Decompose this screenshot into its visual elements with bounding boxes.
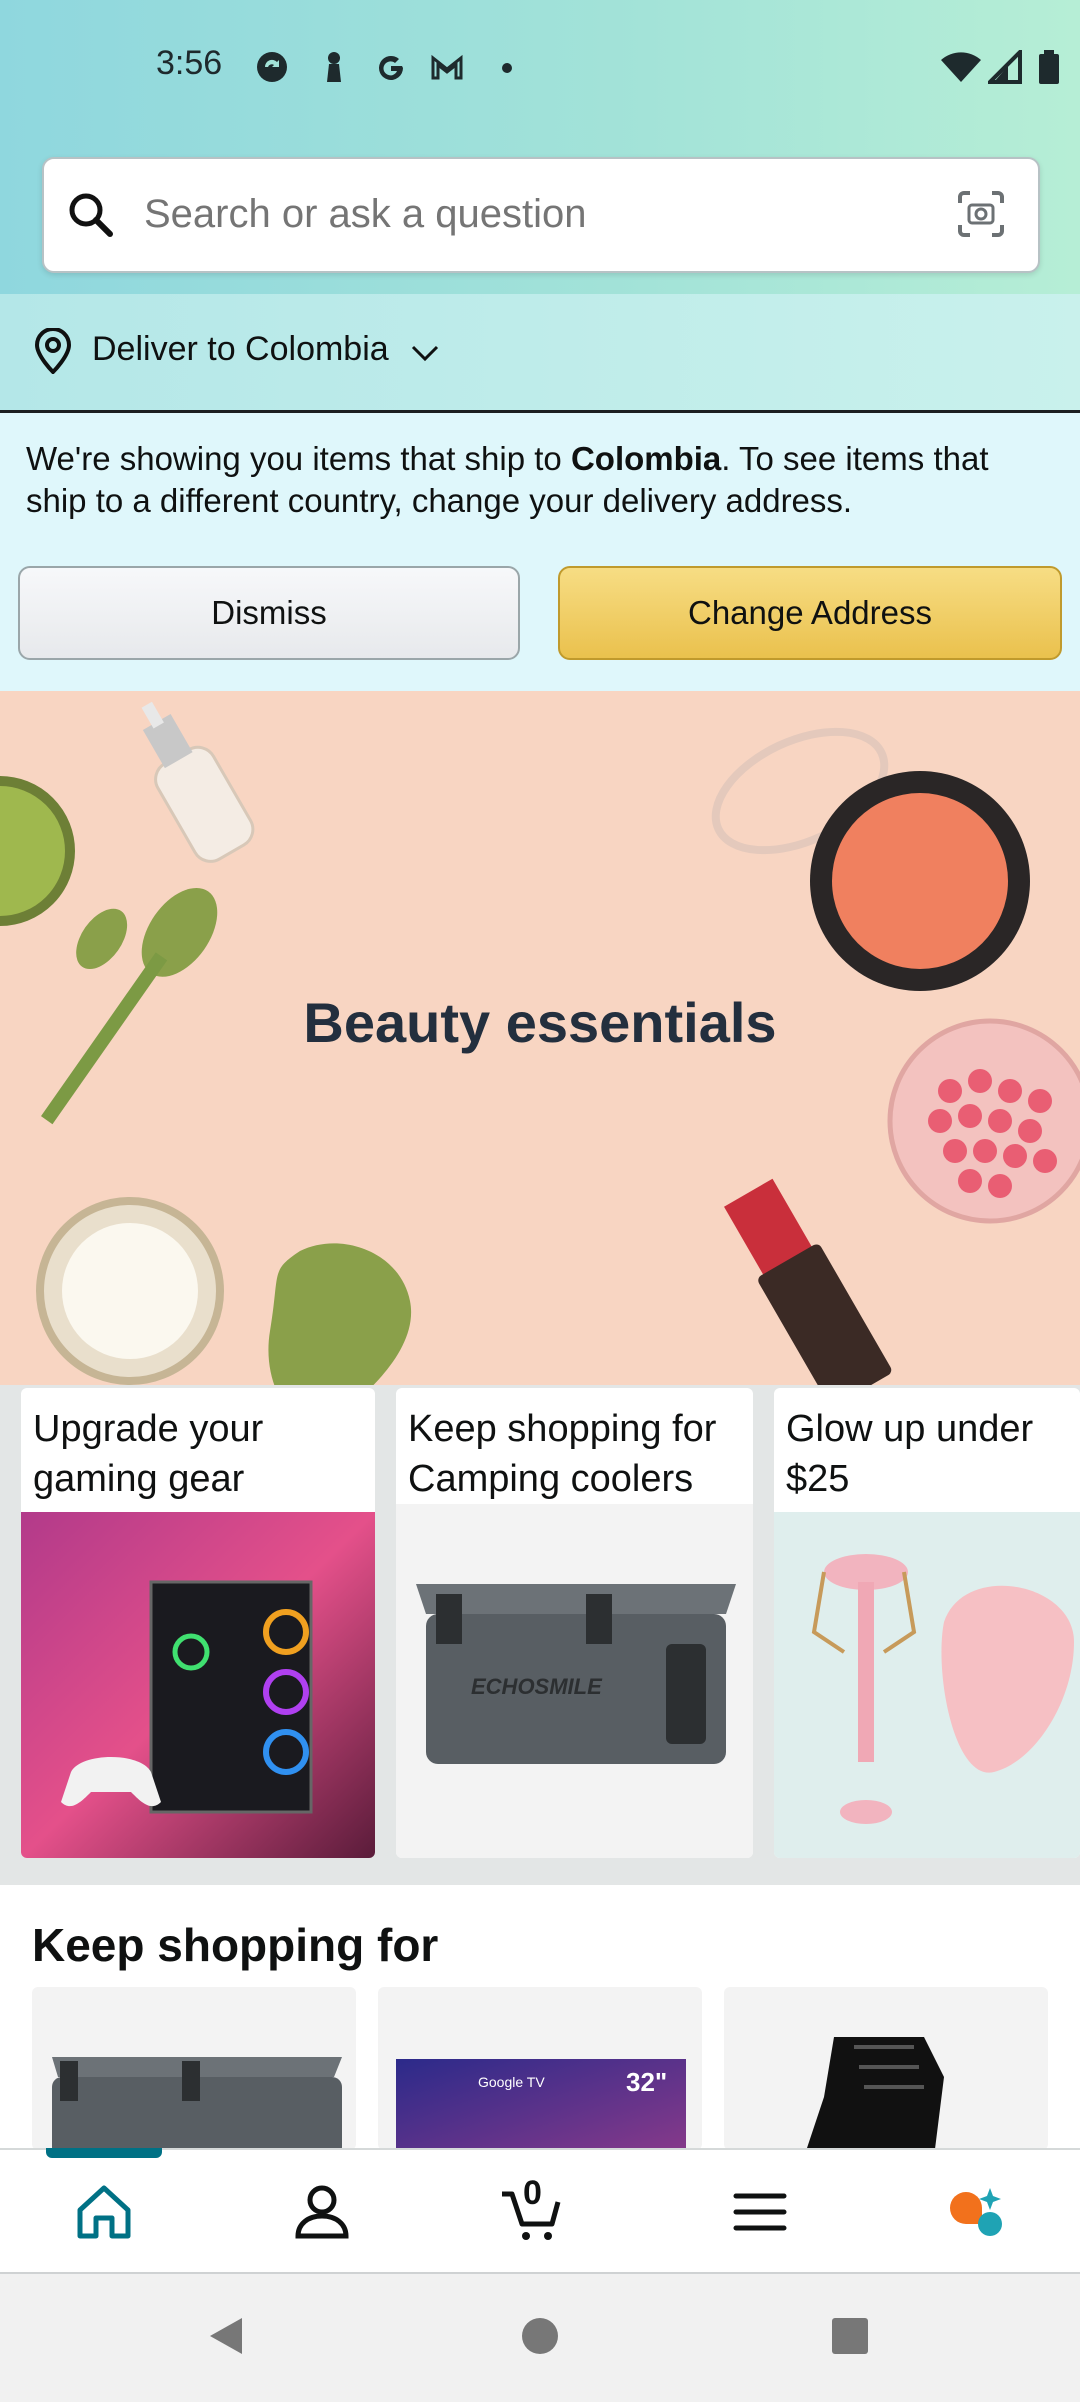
home-circle-icon[interactable] [520, 2316, 560, 2356]
active-tab-indicator [46, 2148, 162, 2158]
wifi-icon [941, 52, 981, 82]
sync-notification-icon [257, 52, 287, 82]
menu-icon[interactable] [728, 2180, 792, 2244]
dismiss-button[interactable]: Dismiss [18, 566, 520, 660]
keep-shopping-item-cooler[interactable] [32, 1987, 356, 2150]
back-icon[interactable] [206, 2314, 246, 2358]
cooler-thumbnail [52, 2057, 342, 2150]
camera-scan-icon[interactable] [956, 189, 1006, 239]
svg-text:ECHOSMILE: ECHOSMILE [471, 1674, 603, 1699]
cart-count: 0 [523, 2174, 542, 2212]
gmail-notification-icon [431, 54, 463, 80]
card-camping-coolers[interactable]: Keep shopping for Camping coolers ECHOSM… [396, 1388, 753, 1858]
skate-thumbnail [806, 2037, 944, 2150]
rose-quartz-roller-image [774, 1512, 1080, 1858]
search-icon[interactable] [66, 190, 114, 238]
keep-shopping-title: Keep shopping for [32, 1919, 439, 1971]
card-title: Glow up under $25 [786, 1408, 1034, 1500]
keep-shopping-item-tv[interactable]: Google TV 32" [378, 1987, 702, 2150]
card-title: Upgrade your gaming gear [33, 1408, 264, 1500]
gaming-pc-image [21, 1512, 375, 1858]
chevron-down-icon[interactable] [410, 344, 440, 362]
search-input[interactable] [142, 187, 926, 241]
deliver-to-label[interactable]: Deliver to Colombia [92, 330, 389, 369]
change-address-button[interactable]: Change Address [558, 566, 1062, 660]
location-pin-icon [34, 328, 72, 374]
google-notification-icon [379, 55, 403, 80]
tv-size: 32" [626, 2067, 667, 2097]
keep-shopping-item-skate[interactable] [724, 1987, 1048, 2150]
account-icon[interactable] [290, 2180, 354, 2244]
battery-icon [1039, 50, 1059, 84]
card-title: Keep shopping for Camping coolers [408, 1408, 717, 1500]
signal-icon [988, 50, 1022, 84]
status-time: 3:56 [156, 44, 223, 82]
tv-badge: Google TV [478, 2074, 545, 2090]
cooler-image: ECHOSMILE [396, 1504, 753, 1858]
home-icon[interactable] [72, 2180, 136, 2244]
rufus-assistant-icon[interactable] [944, 2180, 1008, 2244]
tv-thumbnail: Google TV 32" [396, 2059, 686, 2150]
card-gaming-gear[interactable]: Upgrade your gaming gear [21, 1388, 375, 1858]
more-notifications-dot [502, 63, 512, 73]
shipping-notice-text: We're showing you items that ship to Col… [26, 440, 989, 519]
card-glow-up[interactable]: Glow up under $25 [774, 1388, 1080, 1858]
recents-icon[interactable] [830, 2316, 870, 2356]
keyhole-notification-icon [327, 52, 341, 82]
hero-title: Beauty essentials [303, 991, 777, 1054]
